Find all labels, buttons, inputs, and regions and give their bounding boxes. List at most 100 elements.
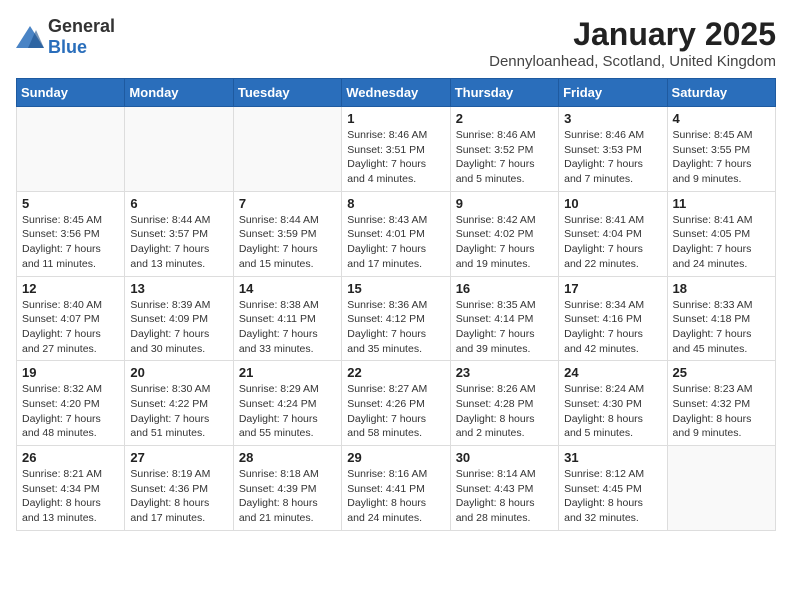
day-info: Sunrise: 8:29 AM Sunset: 4:24 PM Dayligh…	[239, 382, 336, 441]
calendar-cell: 4 Sunrise: 8:45 AM Sunset: 3:55 PM Daylig…	[667, 107, 775, 192]
logo-icon	[16, 26, 44, 48]
calendar-cell: 19 Sunrise: 8:32 AM Sunset: 4:20 PM Dayli…	[17, 361, 125, 446]
day-info: Sunrise: 8:23 AM Sunset: 4:32 PM Dayligh…	[673, 382, 770, 441]
day-info: Sunrise: 8:14 AM Sunset: 4:43 PM Dayligh…	[456, 467, 553, 526]
day-info: Sunrise: 8:32 AM Sunset: 4:20 PM Dayligh…	[22, 382, 119, 441]
day-number: 16	[456, 281, 553, 296]
day-number: 12	[22, 281, 119, 296]
day-number: 28	[239, 450, 336, 465]
day-number: 7	[239, 196, 336, 211]
calendar-cell: 21 Sunrise: 8:29 AM Sunset: 4:24 PM Dayli…	[233, 361, 341, 446]
day-number: 5	[22, 196, 119, 211]
calendar-cell	[125, 107, 233, 192]
day-info: Sunrise: 8:42 AM Sunset: 4:02 PM Dayligh…	[456, 213, 553, 272]
calendar-cell: 20Sunrise: 8:30 AM Sunset: 4:22 PM Dayli…	[125, 361, 233, 446]
day-number: 31	[564, 450, 661, 465]
calendar-cell: 31 Sunrise: 8:12 AM Sunset: 4:45 PM Dayli…	[559, 446, 667, 531]
day-info: Sunrise: 8:26 AM Sunset: 4:28 PM Dayligh…	[456, 382, 553, 441]
calendar-cell: 7 Sunrise: 8:44 AM Sunset: 3:59 PM Daylig…	[233, 191, 341, 276]
day-number: 18	[673, 281, 770, 296]
day-info: Sunrise: 8:45 AM Sunset: 3:55 PM Dayligh…	[673, 128, 770, 187]
logo-blue: Blue	[48, 37, 87, 57]
calendar-week-row: 12 Sunrise: 8:40 AM Sunset: 4:07 PM Dayli…	[17, 276, 776, 361]
day-number: 27	[130, 450, 227, 465]
day-number: 25	[673, 365, 770, 380]
calendar-cell: 23 Sunrise: 8:26 AM Sunset: 4:28 PM Dayli…	[450, 361, 558, 446]
logo-general: General	[48, 16, 115, 36]
day-info: Sunrise: 8:45 AM Sunset: 3:56 PM Dayligh…	[22, 213, 119, 272]
day-info: Sunrise: 8:38 AM Sunset: 4:11 PM Dayligh…	[239, 298, 336, 357]
day-info: Sunrise: 8:41 AM Sunset: 4:04 PM Dayligh…	[564, 213, 661, 272]
calendar-cell: 8 Sunrise: 8:43 AM Sunset: 4:01 PM Daylig…	[342, 191, 450, 276]
weekday-header: Tuesday	[233, 79, 341, 107]
calendar-cell: 22 Sunrise: 8:27 AM Sunset: 4:26 PM Dayli…	[342, 361, 450, 446]
day-info: Sunrise: 8:46 AM Sunset: 3:53 PM Dayligh…	[564, 128, 661, 187]
calendar-cell: 13Sunrise: 8:39 AM Sunset: 4:09 PM Dayli…	[125, 276, 233, 361]
day-number: 14	[239, 281, 336, 296]
weekday-header: Friday	[559, 79, 667, 107]
calendar-table: SundayMondayTuesdayWednesdayThursdayFrid…	[16, 78, 776, 531]
calendar-cell: 30 Sunrise: 8:14 AM Sunset: 4:43 PM Dayli…	[450, 446, 558, 531]
day-number: 4	[673, 111, 770, 126]
day-info: Sunrise: 8:46 AM Sunset: 3:52 PM Dayligh…	[456, 128, 553, 187]
day-number: 8	[347, 196, 444, 211]
calendar-cell: 24 Sunrise: 8:24 AM Sunset: 4:30 PM Dayli…	[559, 361, 667, 446]
weekday-header: Monday	[125, 79, 233, 107]
calendar-cell: 27 Sunrise: 8:19 AM Sunset: 4:36 PM Dayli…	[125, 446, 233, 531]
day-info: Sunrise: 8:12 AM Sunset: 4:45 PM Dayligh…	[564, 467, 661, 526]
day-info: Sunrise: 8:19 AM Sunset: 4:36 PM Dayligh…	[130, 467, 227, 526]
day-info: Sunrise: 8:16 AM Sunset: 4:41 PM Dayligh…	[347, 467, 444, 526]
weekday-header: Wednesday	[342, 79, 450, 107]
day-info: Sunrise: 8:27 AM Sunset: 4:26 PM Dayligh…	[347, 382, 444, 441]
day-number: 24	[564, 365, 661, 380]
calendar-cell: 11Sunrise: 8:41 AM Sunset: 4:05 PM Dayli…	[667, 191, 775, 276]
day-info: Sunrise: 8:46 AM Sunset: 3:51 PM Dayligh…	[347, 128, 444, 187]
day-info: Sunrise: 8:43 AM Sunset: 4:01 PM Dayligh…	[347, 213, 444, 272]
calendar-cell: 18Sunrise: 8:33 AM Sunset: 4:18 PM Dayli…	[667, 276, 775, 361]
day-number: 6	[130, 196, 227, 211]
day-number: 26	[22, 450, 119, 465]
day-number: 29	[347, 450, 444, 465]
day-info: Sunrise: 8:36 AM Sunset: 4:12 PM Dayligh…	[347, 298, 444, 357]
day-number: 17	[564, 281, 661, 296]
day-info: Sunrise: 8:40 AM Sunset: 4:07 PM Dayligh…	[22, 298, 119, 357]
calendar-cell: 28Sunrise: 8:18 AM Sunset: 4:39 PM Dayli…	[233, 446, 341, 531]
day-number: 11	[673, 196, 770, 211]
day-info: Sunrise: 8:30 AM Sunset: 4:22 PM Dayligh…	[130, 382, 227, 441]
day-number: 1	[347, 111, 444, 126]
logo: General Blue	[16, 16, 115, 58]
location-title: Dennyloanhead, Scotland, United Kingdom	[489, 53, 776, 70]
calendar-cell: 15 Sunrise: 8:36 AM Sunset: 4:12 PM Dayli…	[342, 276, 450, 361]
weekday-header: Sunday	[17, 79, 125, 107]
calendar-cell: 5 Sunrise: 8:45 AM Sunset: 3:56 PM Daylig…	[17, 191, 125, 276]
calendar-cell	[17, 107, 125, 192]
title-block: January 2025 Dennyloanhead, Scotland, Un…	[489, 16, 776, 70]
calendar-cell: 14 Sunrise: 8:38 AM Sunset: 4:11 PM Dayli…	[233, 276, 341, 361]
month-title: January 2025	[489, 16, 776, 53]
calendar-cell: 3Sunrise: 8:46 AM Sunset: 3:53 PM Daylig…	[559, 107, 667, 192]
day-number: 21	[239, 365, 336, 380]
calendar-week-row: 1 Sunrise: 8:46 AM Sunset: 3:51 PM Daylig…	[17, 107, 776, 192]
calendar-cell: 26 Sunrise: 8:21 AM Sunset: 4:34 PM Dayli…	[17, 446, 125, 531]
day-info: Sunrise: 8:44 AM Sunset: 3:59 PM Dayligh…	[239, 213, 336, 272]
day-info: Sunrise: 8:34 AM Sunset: 4:16 PM Dayligh…	[564, 298, 661, 357]
day-info: Sunrise: 8:39 AM Sunset: 4:09 PM Dayligh…	[130, 298, 227, 357]
calendar-cell: 9 Sunrise: 8:42 AM Sunset: 4:02 PM Daylig…	[450, 191, 558, 276]
day-number: 2	[456, 111, 553, 126]
day-number: 22	[347, 365, 444, 380]
day-number: 15	[347, 281, 444, 296]
day-info: Sunrise: 8:24 AM Sunset: 4:30 PM Dayligh…	[564, 382, 661, 441]
calendar-cell: 1 Sunrise: 8:46 AM Sunset: 3:51 PM Daylig…	[342, 107, 450, 192]
day-info: Sunrise: 8:21 AM Sunset: 4:34 PM Dayligh…	[22, 467, 119, 526]
calendar-cell: 6Sunrise: 8:44 AM Sunset: 3:57 PM Daylig…	[125, 191, 233, 276]
calendar-cell	[667, 446, 775, 531]
calendar-cell: 17 Sunrise: 8:34 AM Sunset: 4:16 PM Dayli…	[559, 276, 667, 361]
day-number: 9	[456, 196, 553, 211]
calendar-cell: 2 Sunrise: 8:46 AM Sunset: 3:52 PM Daylig…	[450, 107, 558, 192]
weekday-header-row: SundayMondayTuesdayWednesdayThursdayFrid…	[17, 79, 776, 107]
day-number: 19	[22, 365, 119, 380]
weekday-header: Thursday	[450, 79, 558, 107]
day-number: 30	[456, 450, 553, 465]
day-number: 23	[456, 365, 553, 380]
logo-text: General Blue	[48, 16, 115, 58]
